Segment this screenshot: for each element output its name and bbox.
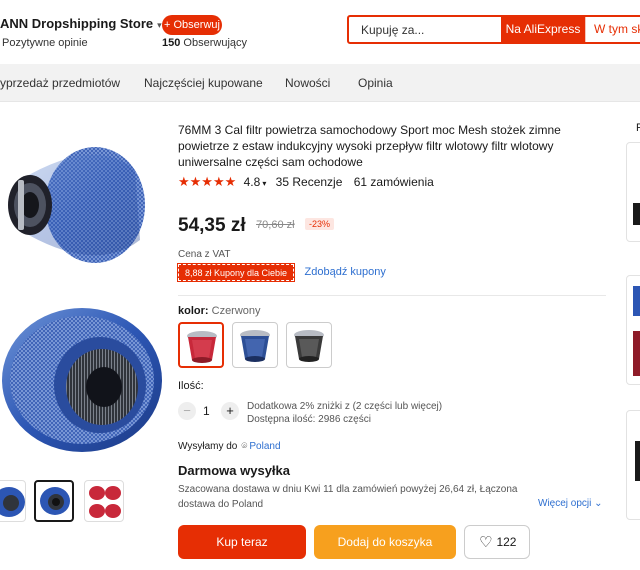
coupon-row: 8,88 zł Kupony dla Ciebie Zdobądź kupony xyxy=(176,263,386,282)
recommendations-heading: F xyxy=(636,122,640,134)
recommendation-card[interactable] xyxy=(626,142,640,242)
color-label-title: kolor: xyxy=(178,305,209,317)
thumbnail-1[interactable] xyxy=(0,480,26,522)
nav-feedback[interactable]: Opinia xyxy=(358,76,393,90)
followers-number: 150 xyxy=(162,37,181,49)
color-swatch-red[interactable] xyxy=(178,322,224,368)
recommendation-image xyxy=(633,286,640,376)
swatch-image xyxy=(240,330,270,362)
quantity-value[interactable]: 1 xyxy=(203,404,210,418)
search-aliexpress-button[interactable]: Na AliExpress xyxy=(501,17,585,42)
quantity-increase-button[interactable]: + xyxy=(221,402,239,420)
vat-note: Cena z VAT xyxy=(178,249,231,260)
nav-sale[interactable]: yprzedaż przedmiotów xyxy=(0,76,120,90)
thumbnail-3[interactable] xyxy=(84,480,124,522)
follow-button[interactable]: + Obserwuj xyxy=(162,15,222,35)
quantity-info: Dodatkowa 2% zniżki z (2 części lub więc… xyxy=(247,400,442,426)
chevron-down-icon: ▾ xyxy=(157,20,162,30)
recommendation-card[interactable] xyxy=(626,410,640,520)
ship-to-country[interactable]: Poland xyxy=(249,441,280,452)
location-pin-icon: ⌾ xyxy=(241,441,248,452)
more-options-label: Więcej opcji xyxy=(538,498,592,509)
quantity-promo: Dodatkowa 2% zniżki z (2 części lub więc… xyxy=(247,401,443,412)
original-price: 70,60 zł xyxy=(256,219,295,231)
color-label: kolor: Czerwony xyxy=(178,305,261,317)
quantity-decrease-button[interactable]: − xyxy=(178,402,196,420)
store-rating: Pozytywne opinie xyxy=(2,37,88,49)
current-price: 54,35 zł xyxy=(178,215,246,236)
store-nav: yprzedaż przedmiotów Najczęściej kupowan… xyxy=(0,64,640,102)
price-row: 54,35 zł 70,60 zł -23% xyxy=(178,215,335,239)
swatch-image xyxy=(294,330,324,362)
store-name[interactable]: ANN Dropshipping Store ▾ xyxy=(0,16,162,31)
recommendation-card[interactable] xyxy=(626,275,640,385)
reviews-link[interactable]: 35 Recenzje xyxy=(276,175,343,189)
thumbnail-image xyxy=(40,487,70,515)
free-shipping-title: Darmowa wysyłka xyxy=(178,463,291,478)
chevron-down-icon[interactable]: ▾ xyxy=(262,179,266,188)
recommendations-strip: F xyxy=(626,120,640,570)
thumbnail-2[interactable] xyxy=(34,480,74,522)
orders-count: 61 zamówienia xyxy=(353,175,434,189)
star-rating-icon: ★★★★★ xyxy=(178,174,237,189)
heart-icon: ♡ xyxy=(479,534,493,551)
available-stock: Dostępna ilość: 2986 części xyxy=(247,414,371,425)
swatch-image xyxy=(187,331,217,363)
thumbnail-strip xyxy=(0,480,130,524)
add-to-cart-button[interactable]: Dodaj do koszyka xyxy=(314,525,456,559)
ship-to-row: Wysyłamy do ⌾ Poland xyxy=(178,441,281,452)
shipping-detail: Szacowana dostawa w dniu Kwi 11 dla zamó… xyxy=(178,484,518,510)
thumbnail-image xyxy=(89,486,121,518)
discount-badge: -23% xyxy=(305,218,335,230)
divider xyxy=(178,295,606,296)
wishlist-count: 122 xyxy=(496,535,517,549)
buy-now-button[interactable]: Kup teraz xyxy=(178,525,306,559)
search-store-button[interactable]: W tym skl xyxy=(585,17,640,42)
thumbnail-image xyxy=(0,487,25,517)
get-coupons-link[interactable]: Zdobądź kupony xyxy=(305,266,386,278)
color-swatch-blue[interactable] xyxy=(232,322,278,368)
more-options-link[interactable]: Więcej opcji ⌄ xyxy=(538,498,603,509)
chevron-down-icon: ⌄ xyxy=(594,498,603,509)
search-box: Na AliExpress W tym skl xyxy=(347,15,640,44)
rating-row: ★★★★★ 4.8 ▾ 35 Recenzje 61 zamówienia xyxy=(178,174,434,190)
nav-bestsellers[interactable]: Najczęściej kupowane xyxy=(144,76,263,90)
store-name-label: ANN Dropshipping Store xyxy=(0,16,154,31)
product-main-image[interactable] xyxy=(0,125,165,465)
product-title: 76MM 3 Cal filtr powietrza samochodowy S… xyxy=(178,123,561,169)
rating-value[interactable]: 4.8 xyxy=(244,175,261,189)
followers-count: 150 Obserwujący xyxy=(162,37,247,49)
quantity-label: Ilość: xyxy=(178,380,204,392)
ship-to-label: Wysyłamy do xyxy=(178,441,238,452)
search-input[interactable] xyxy=(349,17,499,42)
nav-new[interactable]: Nowości xyxy=(285,76,330,90)
store-header: ANN Dropshipping Store ▾ Pozytywne opinie… xyxy=(0,0,640,64)
coupon-badge[interactable]: 8,88 zł Kupony dla Ciebie xyxy=(176,263,296,282)
recommendation-image xyxy=(635,441,640,481)
followers-label: Obserwujący xyxy=(183,37,247,49)
color-selected-value: Czerwony xyxy=(211,305,261,317)
wishlist-button[interactable]: ♡ 122 xyxy=(464,525,530,559)
color-swatch-black[interactable] xyxy=(286,322,332,368)
recommendation-image xyxy=(633,203,640,225)
air-filter-image xyxy=(2,147,162,452)
